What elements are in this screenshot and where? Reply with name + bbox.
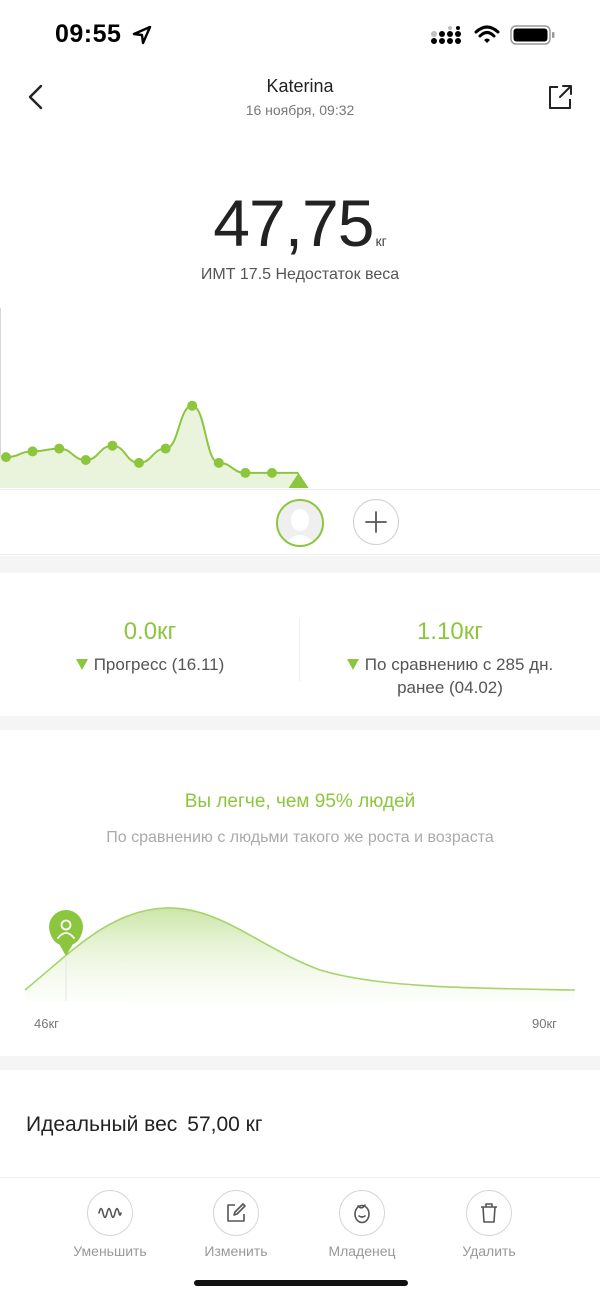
edit-icon (227, 1203, 246, 1222)
baby-circle[interactable] (339, 1190, 385, 1236)
avatar-icon (278, 501, 322, 545)
comparison-stat: 1.10кг По сравнению с 285 дн. ранее (04.… (300, 618, 600, 699)
edit-label: Изменить (204, 1243, 268, 1259)
ideal-weight: Идеальный вес 57,00 кг (26, 1113, 263, 1137)
down-arrow-icon (75, 659, 88, 671)
wifi-icon (474, 25, 500, 43)
comparison-label: По сравнению с 285 дн. ранее (04.02) (328, 653, 572, 699)
section-divider (0, 1056, 600, 1070)
edit-circle[interactable] (213, 1190, 259, 1236)
header: Katerina 16 ноября, 09:32 (0, 70, 600, 130)
edit-button[interactable]: Изменить (176, 1190, 296, 1259)
trend-point[interactable] (54, 443, 65, 454)
delete-label: Удалить (462, 1243, 516, 1259)
header-title: Katerina (266, 76, 334, 96)
bmi-status: ИМТ 17.5 Недостаток веса (200, 266, 400, 283)
baby-button[interactable]: Младенец (302, 1190, 422, 1259)
profile-row (0, 489, 600, 555)
trend-point[interactable] (134, 457, 144, 468)
down-arrow-icon (346, 659, 359, 671)
section-divider (0, 556, 600, 573)
signal-icon (431, 26, 461, 44)
trend-point[interactable] (27, 446, 38, 457)
trend-point[interactable] (213, 457, 224, 468)
trend-point[interactable] (240, 467, 251, 478)
share-icon[interactable] (545, 82, 575, 112)
population-comparison: Вы легче, чем 95% людей По сравнению с л… (0, 730, 600, 1056)
baby-icon (354, 1204, 370, 1224)
header-subtitle: 16 ноября, 09:32 (245, 102, 355, 118)
baby-label: Младенец (328, 1243, 396, 1259)
trend-point[interactable] (1, 452, 11, 463)
status-time: 09:55 (55, 20, 122, 48)
distribution-chart (24, 907, 576, 1001)
home-indicator (194, 1280, 408, 1286)
trend-point[interactable] (187, 400, 198, 411)
ideal-weight-section: Идеальный вес 57,00 кг (0, 1070, 600, 1180)
bottom-toolbar: Уменьшить Изменить Младенец Удалить (0, 1177, 600, 1297)
weight-trend-chart[interactable] (0, 300, 600, 490)
weight-change-stats: 0.0кг Прогресс (16.11) 1.10кг По сравнен… (0, 573, 600, 716)
progress-stat: 0.0кг Прогресс (16.11) (0, 618, 300, 676)
location-arrow-icon (132, 25, 152, 45)
current-weight: 47,75 кг (0, 185, 600, 261)
trend-point[interactable] (107, 440, 118, 451)
reduce-label: Уменьшить (73, 1243, 147, 1259)
plus-icon (365, 511, 387, 533)
comparison-value: 1.10кг (417, 618, 483, 645)
delete-circle[interactable] (466, 1190, 512, 1236)
delete-button[interactable]: Удалить (429, 1190, 549, 1259)
ideal-weight-label: Идеальный вес (26, 1113, 178, 1136)
trash-icon (481, 1203, 497, 1223)
axis-min-label: 46кг (34, 1016, 59, 1031)
comparison-title: Вы легче, чем 95% людей (184, 791, 416, 812)
trend-area (0, 405, 299, 488)
trend-point[interactable] (160, 443, 171, 454)
avatar[interactable] (276, 499, 324, 547)
reduce-circle[interactable] (87, 1190, 133, 1236)
weight-unit: кг (375, 233, 387, 249)
status-bar: 09:55 (0, 0, 600, 70)
comparison-subtitle: По сравнению с людьми такого же роста и … (106, 829, 494, 846)
progress-label: Прогресс (16.11) (0, 653, 300, 676)
reduce-button[interactable]: Уменьшить (50, 1190, 170, 1259)
axis-max-label: 90кг (532, 1016, 557, 1031)
wave-icon (98, 1207, 122, 1219)
add-user-button[interactable] (353, 499, 399, 545)
distribution-area (25, 907, 575, 1001)
ideal-weight-value: 57,00 кг (187, 1113, 263, 1136)
section-divider (0, 716, 600, 730)
progress-label-text: Прогресс (16.11) (93, 655, 225, 674)
battery-icon (510, 25, 555, 45)
weight-value: 47,75 (213, 186, 374, 260)
progress-value: 0.0кг (123, 618, 177, 645)
trend-point[interactable] (80, 455, 91, 465)
trend-point[interactable] (267, 467, 277, 478)
comparison-label-text: По сравнению с 285 дн. ранее (04.02) (364, 655, 554, 697)
